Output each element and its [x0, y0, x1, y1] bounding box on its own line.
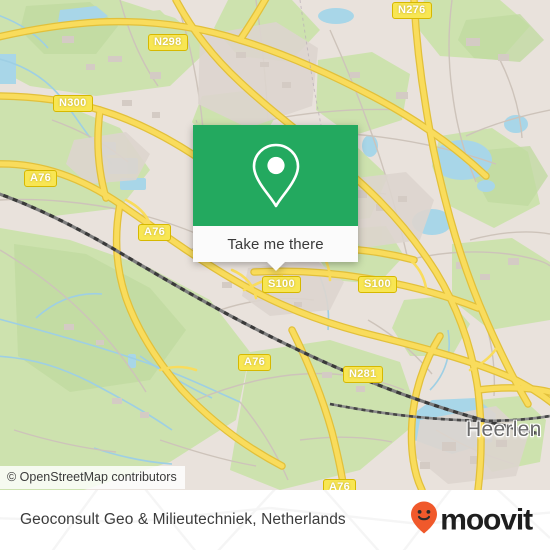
road-shield-s100-right: S100 — [358, 276, 397, 293]
road-shield-n281: N281 — [343, 366, 383, 383]
moovit-wordmark: moovit — [440, 503, 533, 536]
moovit-logo[interactable]: moovit — [410, 501, 533, 540]
road-shield-n276: N276 — [392, 2, 432, 19]
map-pin-icon — [248, 141, 304, 211]
road-shield-a76-center: A76 — [138, 224, 172, 241]
footer-bar: Geoconsult Geo & Milieutechniek, Netherl… — [0, 490, 550, 550]
place-title: Geoconsult Geo & Milieutechniek, Netherl… — [20, 511, 346, 528]
place-label-heerlen: Heerlen — [466, 418, 542, 441]
road-shield-s100-left: S100 — [262, 276, 301, 293]
callout-label-panel[interactable]: Take me there — [193, 226, 358, 262]
road-shield-a76-south: A76 — [238, 354, 272, 371]
take-me-there-callout[interactable]: Take me there — [193, 125, 358, 271]
callout-pointer-arrow — [266, 262, 285, 271]
road-shield-a76-bottom: A76 — [323, 479, 357, 490]
callout-icon-panel — [193, 125, 358, 226]
road-shield-a76-west: A76 — [24, 170, 58, 187]
road-shield-n298: N298 — [148, 34, 188, 51]
moovit-place-card: N276 N298 N300 A76 A76 S100 S100 A76 N28… — [0, 0, 550, 550]
map-canvas[interactable]: N276 N298 N300 A76 A76 S100 S100 A76 N28… — [0, 0, 550, 490]
moovit-smiley-pin-icon — [410, 501, 438, 540]
road-shield-n300: N300 — [53, 95, 93, 112]
osm-attribution[interactable]: © OpenStreetMap contributors — [0, 466, 185, 489]
callout-label: Take me there — [227, 235, 324, 253]
